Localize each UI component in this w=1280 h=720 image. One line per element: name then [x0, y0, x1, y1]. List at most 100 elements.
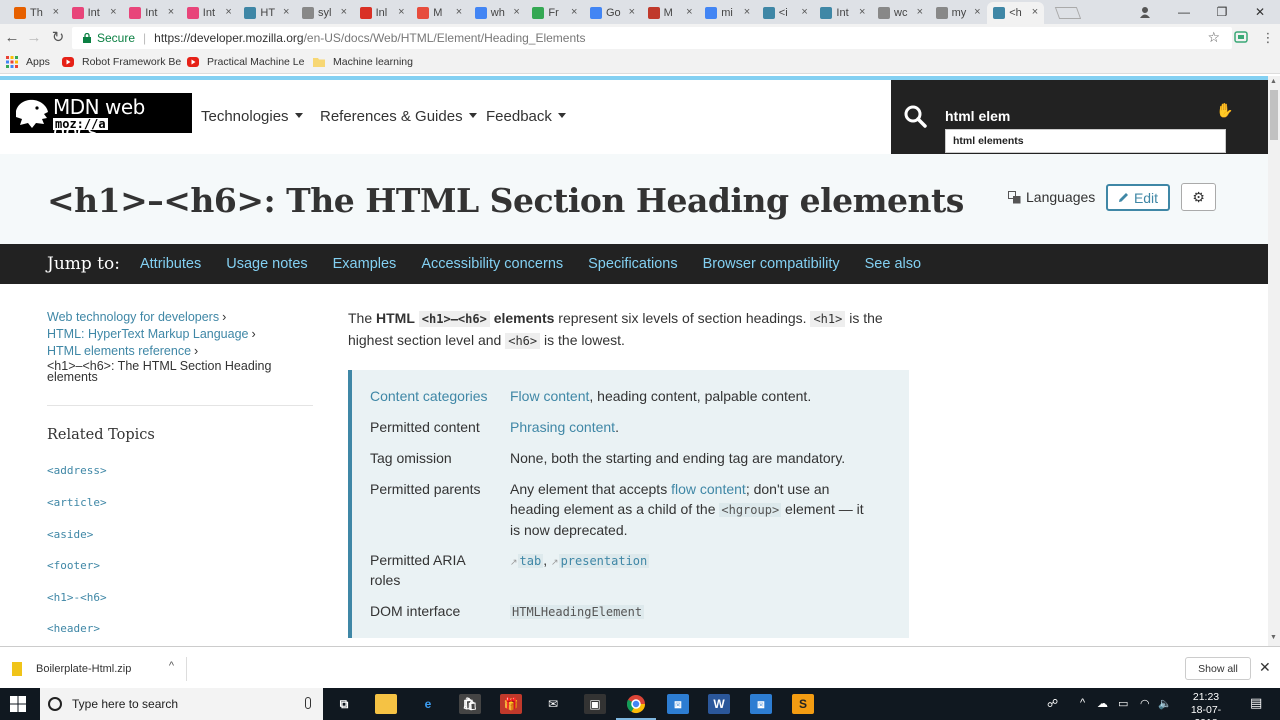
tab-close-icon[interactable]: ×	[917, 6, 923, 18]
browser-tab[interactable]: <i ×	[757, 2, 814, 24]
file-explorer-icon[interactable]	[375, 694, 397, 714]
nav-references-guides[interactable]: References & Guides	[320, 108, 477, 125]
tab-close-icon[interactable]: ×	[513, 6, 519, 18]
edge-icon[interactable]: e	[417, 694, 439, 714]
extension-icon[interactable]	[1234, 30, 1248, 44]
jump-see-also[interactable]: See also	[865, 256, 921, 272]
tab-close-icon[interactable]: ×	[974, 6, 980, 18]
topic-link[interactable]: <h1>-<h6>	[47, 591, 107, 604]
jump-accessibility[interactable]: Accessibility concerns	[421, 256, 563, 272]
task-view-icon[interactable]: ⧉	[333, 694, 355, 714]
maximize-button[interactable]: ❐	[1202, 0, 1242, 24]
browser-tab[interactable]: Go ×	[584, 2, 641, 24]
tab-close-icon[interactable]: ×	[629, 6, 635, 18]
browser-tab[interactable]: Int ×	[66, 2, 123, 24]
onedrive-icon[interactable]: ☁	[1097, 697, 1108, 710]
volume-icon[interactable]: 🔈	[1158, 697, 1172, 710]
vertical-scrollbar[interactable]: ▲ ▼	[1268, 76, 1280, 646]
browser-tab[interactable]: wc ×	[872, 2, 929, 24]
tab-close-icon[interactable]: ×	[341, 6, 347, 18]
nav-technologies[interactable]: Technologies	[201, 108, 303, 125]
store-icon[interactable]: 🛍	[459, 694, 481, 714]
browser-tab[interactable]: Th ×	[8, 2, 65, 24]
browser-tab[interactable]: wh ×	[469, 2, 526, 24]
browser-tab[interactable]: Fr ×	[526, 2, 583, 24]
flow-content-link[interactable]: flow content	[671, 481, 746, 497]
breadcrumb-link[interactable]: HTML: HyperText Markup Language ›	[47, 327, 313, 341]
remote-desktop-icon-2[interactable]: ⧈	[750, 694, 772, 714]
browser-tab[interactable]: Int ×	[123, 2, 180, 24]
user-icon[interactable]	[1125, 0, 1165, 24]
bookmark-robot-framework[interactable]: Robot Framework Be	[62, 56, 181, 68]
topic-link[interactable]: <header>	[47, 622, 100, 635]
windows-start-icon[interactable]	[10, 696, 26, 712]
browser-tab[interactable]: mi ×	[699, 2, 756, 24]
browser-tab[interactable]: syl ×	[296, 2, 353, 24]
reload-button[interactable]: ↻	[48, 28, 68, 48]
mdn-logo[interactable]: MDN web docs moz://a	[10, 93, 192, 143]
languages-button[interactable]: Languages	[1008, 189, 1095, 205]
tab-close-icon[interactable]: ×	[744, 6, 750, 18]
wifi-icon[interactable]: ◠	[1140, 697, 1150, 710]
jump-usage-notes[interactable]: Usage notes	[226, 256, 307, 272]
notifications-icon[interactable]: ▤	[1250, 695, 1262, 711]
tab-close-icon[interactable]: ×	[53, 6, 59, 18]
browser-tab[interactable]: Int ×	[181, 2, 238, 24]
search-input[interactable]: html elem	[945, 108, 1010, 124]
browser-tab[interactable]: M ×	[642, 2, 699, 24]
close-icon[interactable]: ✕	[1259, 659, 1271, 676]
settings-button[interactable]: ⚙	[1181, 183, 1216, 211]
scroll-up-icon[interactable]: ▲	[1270, 78, 1277, 85]
tab-close-icon[interactable]: ×	[283, 6, 289, 18]
forward-button[interactable]: →	[24, 28, 44, 48]
microphone-icon[interactable]	[305, 697, 311, 709]
taskbar-search-input[interactable]: Type here to search	[40, 688, 323, 720]
dom-interface-link[interactable]: HTMLHeadingElement	[510, 605, 645, 619]
prop-key-link[interactable]: Content categories	[370, 386, 500, 406]
phrasing-content-link[interactable]: Phrasing content	[510, 419, 615, 435]
tab-close-icon[interactable]: ×	[225, 6, 231, 18]
show-all-button[interactable]: Show all	[1185, 657, 1251, 680]
new-tab-button[interactable]	[1051, 2, 1081, 24]
jump-specifications[interactable]: Specifications	[588, 256, 677, 272]
sublime-text-icon[interactable]: S	[792, 694, 814, 714]
topic-link[interactable]: <address>	[47, 464, 107, 477]
browser-tab[interactable]: HT ×	[238, 2, 295, 24]
bookmark-star-icon[interactable]: ☆	[1207, 29, 1220, 46]
menu-kebab-icon[interactable]: ⋮	[1258, 28, 1278, 48]
topic-link[interactable]: <footer>	[47, 559, 100, 572]
download-item[interactable]: Boilerplate-Html.zip ^	[12, 657, 187, 681]
breadcrumb-link[interactable]: Web technology for developers ›	[47, 310, 313, 324]
jump-browser-compat[interactable]: Browser compatibility	[703, 256, 840, 272]
remote-desktop-icon[interactable]: ⧈	[667, 694, 689, 714]
scroll-down-icon[interactable]: ▼	[1270, 634, 1277, 641]
search-icon[interactable]	[903, 104, 927, 128]
minimize-button[interactable]: —	[1164, 0, 1204, 24]
nav-feedback[interactable]: Feedback	[486, 108, 566, 125]
flow-content-link[interactable]: Flow content	[510, 388, 589, 404]
tab-close-icon[interactable]: ×	[398, 6, 404, 18]
gift-app-icon[interactable]: 🎁	[500, 694, 522, 714]
tab-close-icon[interactable]: ×	[686, 6, 692, 18]
search-suggestion[interactable]: html elements	[945, 129, 1226, 153]
jump-attributes[interactable]: Attributes	[140, 256, 201, 272]
system-clock[interactable]: 21:23 18-07-2018	[1180, 691, 1232, 720]
word-icon[interactable]: W	[708, 694, 730, 714]
site-search[interactable]: html elem html elements ✋	[891, 80, 1268, 154]
bookmark-practical-ml[interactable]: Practical Machine Le	[187, 56, 304, 68]
tab-close-icon[interactable]: ×	[1032, 6, 1038, 18]
breadcrumb-link[interactable]: HTML elements reference ›	[47, 344, 313, 358]
bookmark-machine-learning[interactable]: Machine learning	[313, 56, 413, 68]
sticky-notes-icon[interactable]: ▣	[584, 694, 606, 714]
tab-close-icon[interactable]: ×	[110, 6, 116, 18]
hgroup-code-link[interactable]: <hgroup>	[719, 503, 782, 517]
aria-tab-link[interactable]: tab	[517, 554, 544, 568]
edit-button[interactable]: Edit	[1106, 184, 1170, 211]
mail-icon[interactable]: ✉	[542, 694, 564, 714]
chevron-up-icon[interactable]: ^	[1080, 697, 1085, 709]
url-text[interactable]: https://developer.mozilla.org/en-US/docs…	[154, 31, 585, 45]
topic-link[interactable]: <article>	[47, 496, 107, 509]
tab-close-icon[interactable]: ×	[859, 6, 865, 18]
browser-tab[interactable]: <h ×	[987, 2, 1045, 24]
address-bar[interactable]: Secure | https://developer.mozilla.org/e…	[72, 27, 1232, 49]
